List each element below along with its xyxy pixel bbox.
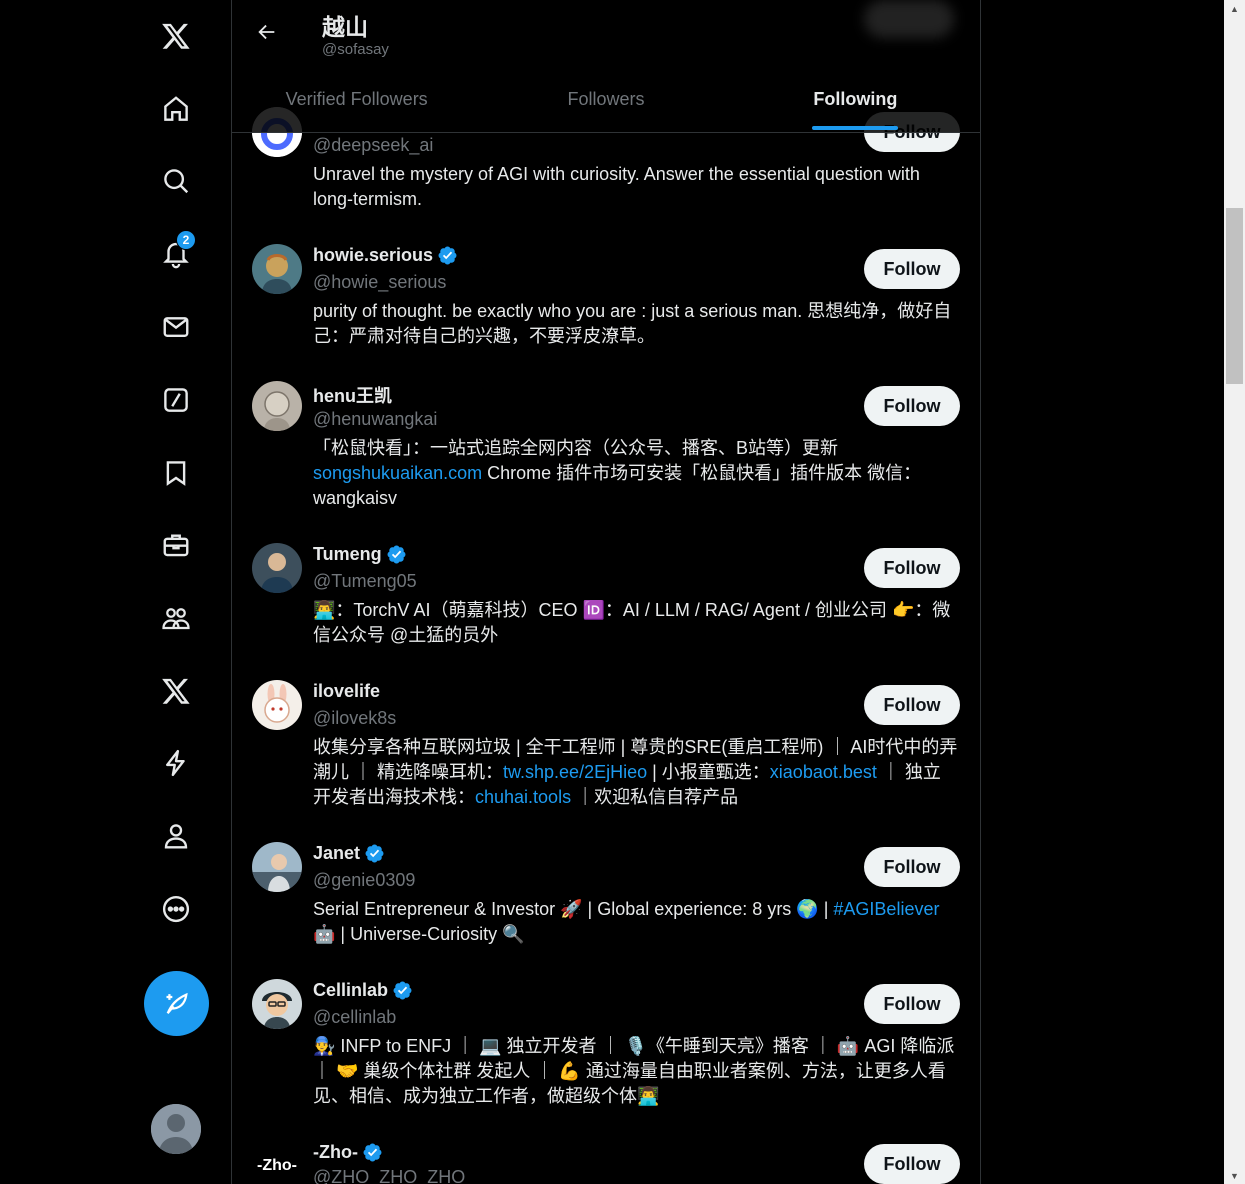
- scroll-up-arrow-icon[interactable]: ▲: [1224, 0, 1245, 17]
- blurred-button: [864, 0, 954, 38]
- user-bio: 收集分享各种互联网垃圾 | 全干工程师 | 尊贵的SRE(重启工程师) ｜ AI…: [313, 735, 958, 810]
- bio-text: 🤖 | Universe-Curiosity 🔍: [313, 924, 525, 944]
- avatar[interactable]: [252, 842, 302, 892]
- avatar[interactable]: [252, 244, 302, 294]
- arrow-left-icon: [258, 24, 275, 40]
- bio-text: 「松鼠快看」：一站式追踪全网内容（公众号、播客、B站等）更新: [313, 438, 839, 458]
- user-handle[interactable]: @howie_serious: [313, 272, 446, 293]
- page-scrollbar[interactable]: ▲ ▼: [1224, 0, 1245, 1184]
- bio-text: | 小报童甄选：: [647, 762, 770, 782]
- back-button[interactable]: [249, 14, 285, 50]
- notification-badge: 2: [176, 230, 196, 250]
- communities-icon[interactable]: [148, 590, 204, 646]
- user-name[interactable]: howie.serious: [313, 245, 433, 266]
- bio-hashtag-link[interactable]: #AGIBeliever: [833, 899, 939, 919]
- avatar[interactable]: [252, 543, 302, 593]
- avatar[interactable]: [252, 381, 302, 431]
- user-handle[interactable]: @Tumeng05: [313, 571, 417, 592]
- scroll-down-arrow-icon[interactable]: ▼: [1224, 1167, 1245, 1184]
- premium-icon[interactable]: [148, 663, 204, 719]
- avatar[interactable]: [252, 979, 302, 1029]
- avatar[interactable]: [252, 680, 302, 730]
- user-name[interactable]: -Zho-: [313, 1142, 358, 1163]
- home-icon[interactable]: [148, 81, 204, 137]
- notifications-icon[interactable]: 2: [148, 226, 204, 282]
- bio-text: ｜欢迎私信自荐产品: [571, 787, 739, 807]
- user-name[interactable]: ilovelife: [313, 681, 380, 702]
- user-bio: 👨‍💻：TorchV AI（萌嘉科技）CEO 🆔：AI / LLM / RAG/…: [313, 600, 951, 645]
- grok-icon[interactable]: [148, 372, 204, 428]
- verified-badge-icon: [438, 246, 457, 265]
- user-name[interactable]: Cellinlab: [313, 980, 388, 1001]
- user-name-row: howie.serious: [313, 245, 458, 266]
- follow-button[interactable]: Follow: [864, 1144, 960, 1184]
- user-name-row: Janet: [313, 843, 385, 864]
- bio-text: Serial Entrepreneur & Investor 🚀 | Globa…: [313, 899, 834, 919]
- main-column: @deepseek_ai Follow Unravel the mystery …: [231, 0, 981, 1184]
- user-handle[interactable]: @ZHO_ZHO_ZHO: [313, 1167, 465, 1184]
- tab-bar: Verified Followers Followers Following: [232, 66, 980, 132]
- verified-badge-icon: [363, 1143, 382, 1162]
- account-avatar[interactable]: [151, 1104, 201, 1154]
- bookmarks-icon[interactable]: [148, 445, 204, 501]
- user-bio: 👨‍🔧 INFP to ENFJ ｜ 💻 独立开发者 ｜ 🎙️《午睡到天亮》播客…: [313, 1036, 955, 1106]
- post-button[interactable]: [144, 971, 209, 1036]
- follow-button[interactable]: Follow: [864, 847, 960, 887]
- follow-button[interactable]: Follow: [864, 685, 960, 725]
- tab-followers[interactable]: Followers: [481, 66, 730, 132]
- bio-link[interactable]: tw.shp.ee/2EjHieo: [503, 762, 647, 782]
- profile-icon[interactable]: [148, 808, 204, 864]
- follow-button[interactable]: Follow: [864, 984, 960, 1024]
- scroll-thumb[interactable]: [1226, 208, 1243, 384]
- x-logo-icon[interactable]: [148, 8, 204, 64]
- verified-badge-icon: [387, 545, 406, 564]
- search-icon[interactable]: [148, 153, 204, 209]
- page: 2 @deepseek_ai Unravel the mystery of AG…: [0, 0, 1245, 1184]
- profile-header: 越山 @sofasay Verified Followers Followers…: [232, 0, 980, 133]
- bio-link[interactable]: chuhai.tools: [475, 787, 571, 807]
- user-bio: 「松鼠快看」：一站式追踪全网内容（公众号、播客、B站等）更新 songshuku…: [313, 436, 958, 511]
- jobs-icon[interactable]: [148, 517, 204, 573]
- user-name[interactable]: Tumeng: [313, 544, 382, 565]
- tab-verified-followers[interactable]: Verified Followers: [232, 66, 481, 132]
- user-handle[interactable]: @henuwangkai: [313, 409, 437, 430]
- bio-link[interactable]: xiaobaot.best: [770, 762, 877, 782]
- sidebar: 2: [0, 0, 232, 1184]
- follow-button[interactable]: Follow: [864, 548, 960, 588]
- verified-badge-icon: [393, 981, 412, 1000]
- profile-handle: @sofasay: [322, 41, 389, 58]
- user-name-row: -Zho-: [313, 1142, 383, 1163]
- user-bio: purity of thought. be exactly who you ar…: [313, 301, 952, 346]
- follow-button[interactable]: Follow: [864, 249, 960, 289]
- bio-link[interactable]: songshukuaikan.com: [313, 463, 482, 483]
- user-name-row: Cellinlab: [313, 980, 413, 1001]
- tab-following[interactable]: Following: [731, 66, 980, 132]
- user-handle[interactable]: @deepseek_ai: [313, 135, 433, 156]
- post-feather-icon: [166, 992, 188, 1014]
- user-handle[interactable]: @cellinlab: [313, 1007, 396, 1028]
- user-bio: Serial Entrepreneur & Investor 🚀 | Globa…: [313, 897, 958, 947]
- user-bio: Unravel the mystery of AGI with curiosit…: [313, 164, 920, 209]
- user-name[interactable]: Janet: [313, 843, 360, 864]
- verified-badge-icon: [365, 844, 384, 863]
- avatar[interactable]: -Zho-: [252, 1141, 302, 1184]
- user-name-row: Tumeng: [313, 544, 407, 565]
- more-icon[interactable]: [148, 881, 204, 937]
- verified-orgs-icon[interactable]: [148, 735, 204, 791]
- user-handle[interactable]: @ilovek8s: [313, 708, 396, 729]
- messages-icon[interactable]: [148, 299, 204, 355]
- profile-name: 越山: [322, 14, 368, 40]
- user-handle[interactable]: @genie0309: [313, 870, 415, 891]
- user-name[interactable]: henu王凯: [313, 382, 392, 408]
- follow-button[interactable]: Follow: [864, 386, 960, 426]
